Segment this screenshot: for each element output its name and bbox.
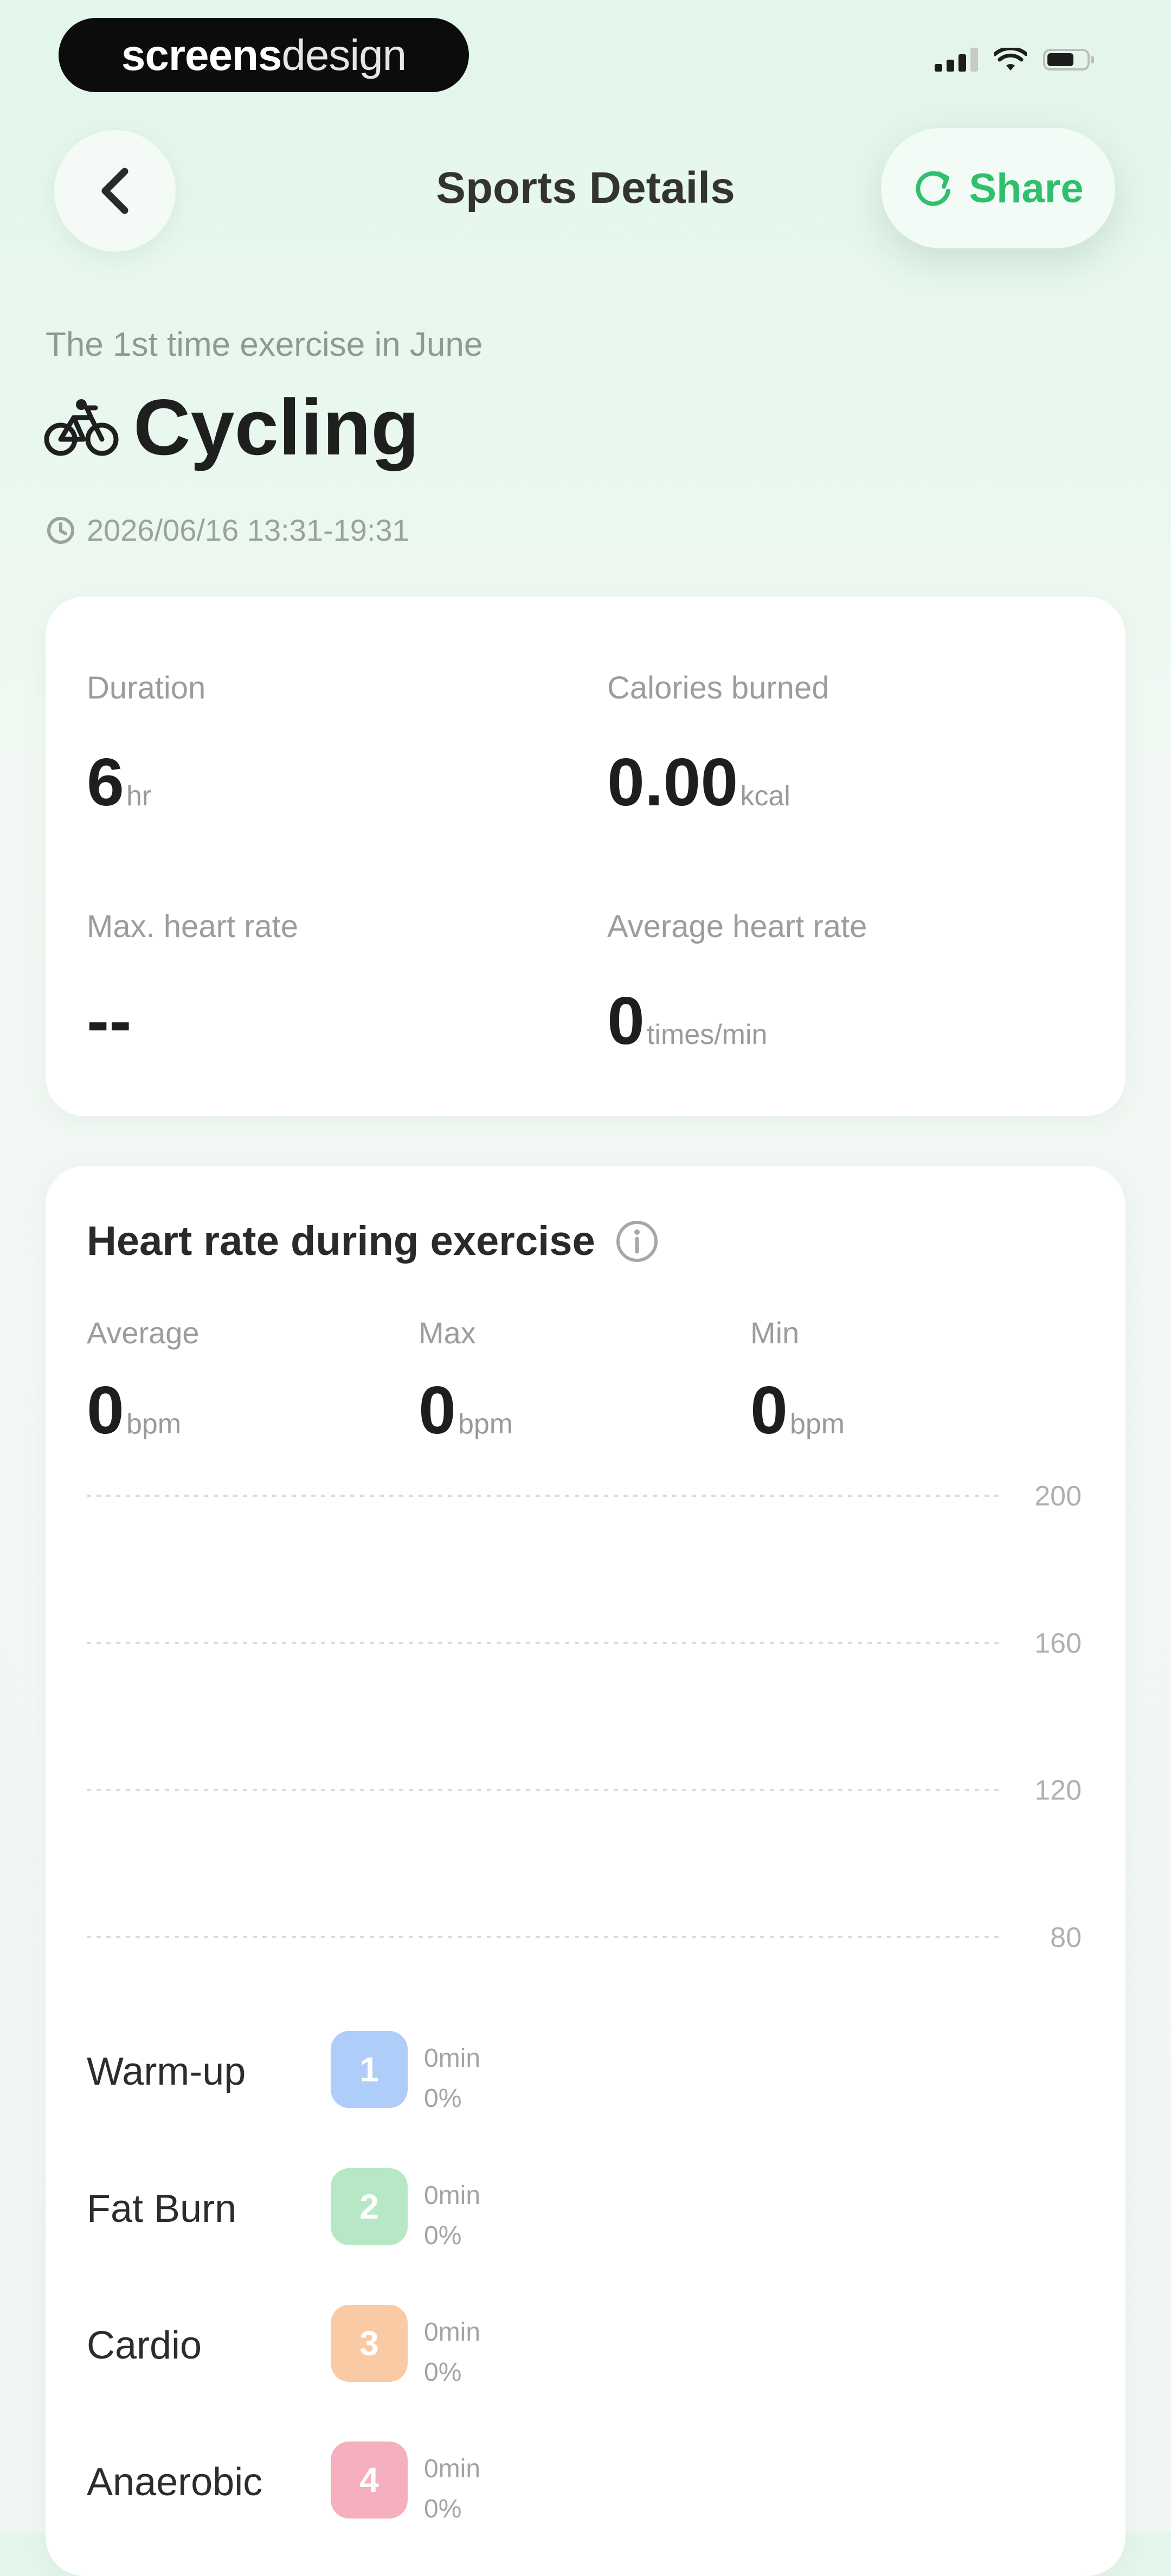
zone-warm-up: Warm-up 1 0min 0% bbox=[87, 2031, 737, 2113]
stat-value: 0 bbox=[607, 984, 645, 1059]
info-icon[interactable] bbox=[615, 1219, 659, 1264]
heart-rate-header: Heart rate during exercise bbox=[87, 1217, 659, 1265]
stat-unit: hr bbox=[126, 780, 152, 812]
zone-percent: 0% bbox=[424, 2358, 462, 2387]
stat-duration: Duration 6 hr bbox=[87, 670, 205, 821]
zone-badge: 4 bbox=[331, 2442, 408, 2519]
status-icons bbox=[935, 48, 1095, 72]
zone-name: Anaerobic bbox=[87, 2460, 263, 2504]
zone-badge: 2 bbox=[331, 2168, 408, 2245]
zone-badge: 3 bbox=[331, 2305, 408, 2382]
heart-rate-card: Heart rate during exercise Average 0 bpm… bbox=[46, 1166, 1125, 2576]
zone-percent: 0% bbox=[424, 2495, 462, 2523]
hr-summary-unit: bpm bbox=[458, 1408, 513, 1440]
share-label: Share bbox=[969, 165, 1084, 212]
chart-y-tick-label: 120 bbox=[1034, 1775, 1082, 1806]
cellular-signal-icon bbox=[935, 48, 978, 72]
stat-value: -- bbox=[87, 984, 132, 1059]
zone-duration: 0min bbox=[424, 2318, 481, 2347]
watermark-bold-text: screens bbox=[121, 30, 282, 79]
clock-icon bbox=[47, 516, 74, 544]
stat-unit: kcal bbox=[740, 780, 790, 812]
hr-summary-unit: bpm bbox=[789, 1408, 845, 1440]
zone-duration: 0min bbox=[424, 2455, 481, 2483]
stat-label: Max. heart rate bbox=[87, 909, 299, 944]
zone-name: Warm-up bbox=[87, 2050, 246, 2093]
zone-cardio: Cardio 3 0min 0% bbox=[87, 2305, 737, 2387]
zone-name: Cardio bbox=[87, 2324, 202, 2367]
hr-summary-value: 0 bbox=[87, 1373, 124, 1448]
zone-duration: 0min bbox=[424, 2181, 481, 2210]
stat-value: 0.00 bbox=[607, 745, 738, 820]
watermark-light-text: design bbox=[281, 30, 407, 79]
stat-max-heart-rate: Max. heart rate -- bbox=[87, 908, 298, 1060]
sport-heading: Cycling bbox=[43, 388, 419, 467]
stat-average-heart-rate: Average heart rate 0 times/min bbox=[607, 908, 867, 1060]
chart-y-tick-label: 160 bbox=[1034, 1627, 1082, 1659]
zone-fat-burn: Fat Burn 2 0min 0% bbox=[87, 2168, 737, 2250]
stat-unit: times/min bbox=[646, 1019, 768, 1050]
battery-icon bbox=[1043, 49, 1094, 71]
hr-summary-value: 0 bbox=[419, 1373, 456, 1448]
bicycle-icon bbox=[44, 399, 119, 456]
stat-value: 6 bbox=[87, 745, 124, 820]
stat-label: Average heart rate bbox=[607, 909, 867, 944]
zone-name: Fat Burn bbox=[87, 2187, 237, 2231]
heart-rate-chart: 200 160 120 80 bbox=[87, 1481, 1082, 1953]
chart-y-tick-label: 80 bbox=[1050, 1922, 1082, 1953]
stat-calories: Calories burned 0.00 kcal bbox=[607, 670, 829, 821]
stat-label: Calories burned bbox=[607, 670, 829, 706]
hr-summary-value: 0 bbox=[750, 1373, 788, 1448]
zone-percent: 0% bbox=[424, 2221, 462, 2250]
zone-badge: 1 bbox=[331, 2031, 408, 2108]
hr-summary-unit: bpm bbox=[126, 1408, 182, 1440]
zone-duration: 0min bbox=[424, 2044, 481, 2073]
zone-anaerobic: Anaerobic 4 0min 0% bbox=[87, 2442, 737, 2523]
workout-subtitle: The 1st time exercise in June bbox=[46, 326, 483, 363]
sport-name: Cycling bbox=[133, 383, 420, 471]
workout-stats-card: Duration 6 hr Calories burned 0.00 kcal … bbox=[46, 597, 1125, 1116]
hr-summary-label: Min bbox=[750, 1316, 800, 1350]
zone-percent: 0% bbox=[424, 2084, 462, 2113]
screensdesign-watermark: screens design bbox=[59, 18, 469, 92]
hr-summary-label: Max bbox=[419, 1316, 476, 1350]
stat-label: Duration bbox=[87, 670, 206, 706]
hr-min: Min 0 bpm bbox=[750, 1315, 845, 1449]
hr-average: Average 0 bpm bbox=[87, 1315, 200, 1449]
share-refresh-icon bbox=[916, 171, 951, 206]
share-button[interactable]: Share bbox=[881, 128, 1115, 248]
workout-time: 2026/06/16 13:31-19:31 bbox=[46, 512, 409, 548]
hr-summary-label: Average bbox=[87, 1316, 200, 1350]
hr-max: Max 0 bpm bbox=[419, 1315, 513, 1449]
chart-y-tick-label: 200 bbox=[1034, 1481, 1082, 1512]
wifi-icon bbox=[994, 48, 1027, 71]
heart-rate-title: Heart rate during exercise bbox=[87, 1218, 595, 1264]
time-range: 2026/06/16 13:31-19:31 bbox=[87, 513, 409, 547]
